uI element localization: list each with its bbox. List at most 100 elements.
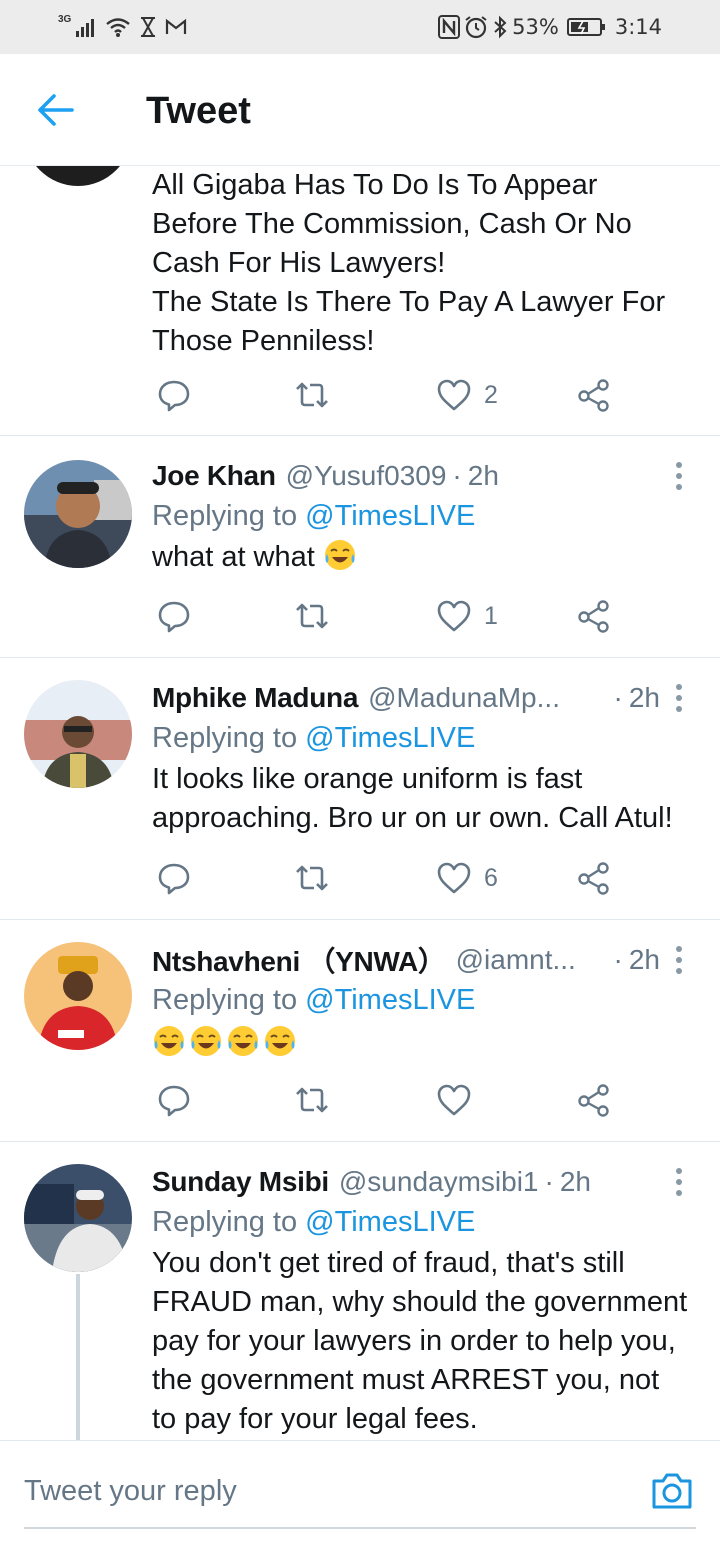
separator: · <box>452 460 462 491</box>
reply-composer: Tweet your reply <box>0 1440 720 1541</box>
separator: · <box>544 1166 554 1197</box>
avatar[interactable] <box>24 166 132 186</box>
heart-icon <box>437 379 471 411</box>
tweet-text-line: The State Is There To Pay A Lawyer For <box>152 286 666 318</box>
back-arrow-icon[interactable] <box>36 92 76 128</box>
display-name[interactable]: Ntshavheni （YNWA） <box>152 940 446 980</box>
replying-to-label: Replying to <box>152 984 298 1016</box>
mention-link[interactable]: @TimesLIVE <box>305 1206 475 1238</box>
avatar[interactable] <box>24 680 132 788</box>
display-name[interactable]: Joe Khan <box>152 460 276 492</box>
tweet-text: what at what <box>152 538 700 577</box>
user-handle[interactable]: @Yusuf0309 <box>286 460 447 492</box>
more-options-icon[interactable] <box>674 946 684 976</box>
tweet-actions <box>152 1080 622 1120</box>
bluetooth-icon <box>494 15 507 39</box>
reply-input[interactable]: Tweet your reply <box>24 1441 696 1529</box>
tears-of-joy-emoji-icon <box>191 1026 221 1056</box>
tweet-list: All Gigaba Has To Do Is To Appear Before… <box>0 166 720 1440</box>
reply-button[interactable] <box>156 596 192 636</box>
timestamp: 2h <box>628 944 660 975</box>
like-button[interactable]: 1 <box>436 596 498 636</box>
timestamp: 2h <box>467 460 499 491</box>
heart-icon <box>437 600 471 632</box>
tears-of-joy-emoji-icon <box>324 540 355 570</box>
reply-icon <box>158 380 190 412</box>
tweet-header: Ntshavheni （YNWA） @iamnt... · 2h <box>152 942 698 978</box>
replying-to-label: Replying to <box>152 1206 298 1238</box>
avatar[interactable] <box>24 942 132 1050</box>
like-count: 2 <box>484 380 498 409</box>
battery-icon <box>566 18 605 36</box>
display-name[interactable]: Sunday Msibi <box>152 1166 329 1198</box>
share-button[interactable] <box>576 858 612 898</box>
reply-button[interactable] <box>156 858 192 898</box>
retweet-button[interactable] <box>294 375 330 415</box>
tweet-text-line: It looks like orange uniform is fast <box>152 763 583 795</box>
list-item[interactable]: All Gigaba Has To Do Is To Appear Before… <box>0 166 720 436</box>
tweet-header: Sunday Msibi @sundaymsibi1 · 2h <box>152 1164 698 1200</box>
share-button[interactable] <box>576 1080 612 1120</box>
list-item[interactable]: Joe Khan @Yusuf0309 · 2h Replying to @Ti… <box>0 436 720 658</box>
reply-button[interactable] <box>156 375 192 415</box>
separator: · <box>613 944 623 975</box>
page-title: Tweet <box>146 90 251 132</box>
status-right: 53% 3:14 <box>438 12 662 42</box>
tweet-text-line: approaching. Bro ur on ur own. Call Atul… <box>152 802 673 834</box>
share-icon <box>578 1084 609 1117</box>
heart-icon <box>437 862 471 894</box>
tweet-header: Joe Khan @Yusuf0309 · 2h <box>152 458 698 494</box>
camera-icon[interactable] <box>650 1471 694 1511</box>
hourglass-icon <box>141 17 156 37</box>
avatar[interactable] <box>24 1164 132 1272</box>
wifi-icon <box>106 18 131 37</box>
mention-link[interactable]: @TimesLIVE <box>305 984 475 1016</box>
avatar[interactable] <box>24 460 132 568</box>
retweet-button[interactable] <box>294 1080 330 1120</box>
retweet-icon <box>296 1087 328 1113</box>
list-item[interactable]: Mphike Maduna @MadunaMp... · 2h Replying… <box>0 658 720 920</box>
status-bar: 3G 53% 3:14 <box>0 0 720 54</box>
reply-button[interactable] <box>156 1080 192 1120</box>
list-item[interactable]: Ntshavheni （YNWA） @iamnt... · 2h Replyin… <box>0 920 720 1142</box>
mention-link[interactable]: @TimesLIVE <box>305 722 475 754</box>
separator: · <box>613 682 623 713</box>
alarm-icon <box>465 16 487 39</box>
display-name[interactable]: Mphike Maduna <box>152 682 358 714</box>
retweet-icon <box>296 603 328 629</box>
tears-of-joy-emoji-icon <box>265 1026 295 1056</box>
like-button[interactable]: 6 <box>436 858 498 898</box>
tears-of-joy-emoji-icon <box>154 1026 184 1056</box>
share-button[interactable] <box>576 375 612 415</box>
like-count: 6 <box>484 863 498 892</box>
tweet-actions: 6 <box>152 858 622 898</box>
tweet-text-line: Cash For His Lawyers! <box>152 247 446 279</box>
tweet-text-line: to pay for your legal fees. <box>152 1403 478 1435</box>
network-type: 3G <box>58 14 72 25</box>
like-button[interactable] <box>436 1080 472 1120</box>
tweet-header: Mphike Maduna @MadunaMp... · 2h <box>152 680 698 716</box>
reply-icon <box>158 1085 190 1117</box>
timestamp: 2h <box>559 1166 591 1197</box>
more-options-icon[interactable] <box>674 462 684 492</box>
retweet-button[interactable] <box>294 858 330 898</box>
retweet-button[interactable] <box>294 596 330 636</box>
battery-percent: 53% <box>512 15 559 39</box>
status-left: 3G <box>58 12 187 42</box>
more-options-icon[interactable] <box>674 684 684 714</box>
tweet-actions: 2 <box>152 375 622 415</box>
replying-to-label: Replying to <box>152 500 298 532</box>
user-handle[interactable]: @sundaymsibi1 <box>339 1166 539 1198</box>
share-icon <box>578 600 609 633</box>
replying-to: Replying to @TimesLIVE <box>152 500 475 533</box>
user-handle[interactable]: @iamnt... <box>456 944 576 976</box>
tweet-text: It looks like orange uniform is fast app… <box>152 760 700 838</box>
mention-link[interactable]: @TimesLIVE <box>305 500 475 532</box>
share-button[interactable] <box>576 596 612 636</box>
more-options-icon[interactable] <box>674 1168 684 1198</box>
tweet-text-line: Before The Commission, Cash Or No <box>152 208 632 240</box>
tweet-text <box>152 1024 700 1063</box>
like-button[interactable]: 2 <box>436 375 498 415</box>
user-handle[interactable]: @MadunaMp... <box>368 682 560 714</box>
list-item[interactable]: Sunday Msibi @sundaymsibi1 · 2h Replying… <box>0 1142 720 1440</box>
